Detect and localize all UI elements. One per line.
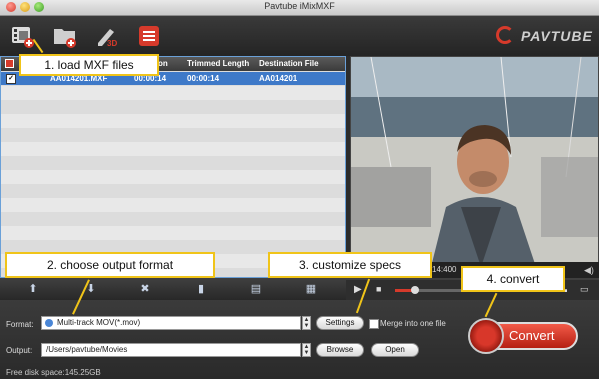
stop-icon[interactable]: ■ [376, 284, 381, 294]
callout-load-files: 1. load MXF files [19, 54, 159, 76]
empty-row [1, 114, 345, 128]
seek-handle[interactable] [411, 286, 419, 294]
pavtube-logo-icon [496, 26, 514, 44]
output-label: Output: [6, 346, 33, 355]
column-header-duration[interactable]: on [158, 59, 168, 68]
empty-row [1, 226, 345, 240]
merge-checkbox[interactable] [369, 319, 379, 329]
window-title: Pavtube iMixMXF [264, 1, 335, 11]
preview-time: 14:400 [432, 265, 457, 274]
select-all-checkbox[interactable] [5, 59, 14, 70]
add-folder-icon[interactable] [52, 23, 78, 49]
format-dropdown-stepper[interactable]: ▲ ▼ [302, 316, 311, 330]
svg-text:3D: 3D [107, 39, 117, 48]
browse-button[interactable]: Browse [316, 343, 364, 357]
format-label: Format: [6, 320, 34, 329]
convert-icon[interactable] [468, 318, 504, 354]
output-path-field[interactable]: /Users/pavtube/Movies [41, 343, 301, 357]
open-button[interactable]: Open [371, 343, 419, 357]
file-trimmed-length: 00:00:14 [187, 74, 220, 83]
merge-label: Merge into one file [380, 319, 446, 328]
settings-button[interactable]: Settings [316, 316, 364, 330]
format-select[interactable]: Multi-track MOV(*.mov) [41, 316, 301, 330]
output-dropdown-stepper[interactable]: ▲ ▼ [302, 343, 311, 357]
format-type-icon [45, 319, 53, 327]
video-preview [350, 56, 599, 266]
callout-output-format: 2. choose output format [5, 252, 215, 278]
callout-convert: 4. convert [461, 266, 565, 292]
volume-icon[interactable]: ◀) [584, 265, 594, 276]
row-checkbox[interactable]: ✓ [6, 73, 16, 84]
convert-label: Convert [509, 328, 555, 343]
column-header-trimmed-length[interactable]: Trimmed Length [187, 59, 249, 68]
column-header-destination-file[interactable]: Destination File [259, 59, 319, 68]
trash-icon[interactable]: ▮ [194, 282, 208, 295]
free-disk-space: Free disk space:145.25GB [6, 368, 101, 377]
add-video-icon[interactable] [10, 23, 36, 49]
merge-icon[interactable]: ▦ [304, 282, 318, 295]
brand-name: PAVTUBE [521, 28, 593, 44]
edit-3d-icon[interactable]: 3D [94, 23, 120, 49]
preview-frame-image [351, 57, 598, 265]
subtitle-icon[interactable]: ▤ [249, 282, 263, 295]
delete-icon[interactable]: ✖ [138, 282, 152, 295]
empty-row [1, 86, 345, 100]
empty-row [1, 198, 345, 212]
empty-row [1, 142, 345, 156]
callout-customize-specs: 3. customize specs [268, 252, 432, 278]
move-up-icon[interactable]: ⬆ [26, 282, 40, 295]
task-list-icon[interactable] [136, 23, 162, 49]
play-icon[interactable]: ▶ [354, 284, 362, 295]
folder-icon[interactable]: ▭ [580, 284, 589, 295]
file-destination: AA014201 [259, 74, 298, 83]
empty-row [1, 170, 345, 184]
